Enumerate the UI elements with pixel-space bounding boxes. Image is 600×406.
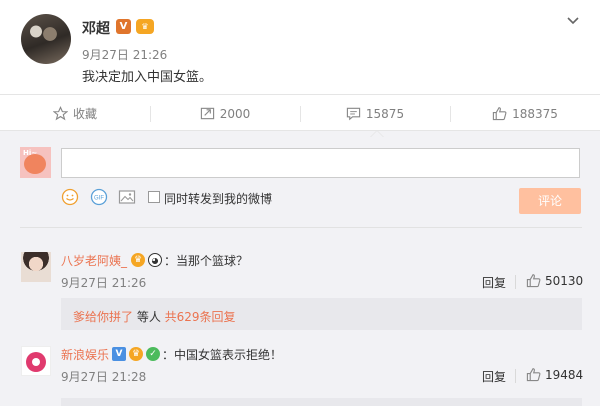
subreplies-count-link[interactable]: 共629条回复 xyxy=(165,310,236,324)
commenter-name[interactable]: 八岁老阿姨_ xyxy=(61,252,127,269)
commenter-avatar[interactable] xyxy=(21,346,51,376)
like-button[interactable]: 188375 xyxy=(450,95,600,132)
my-avatar[interactable]: Hi~ xyxy=(20,147,51,178)
check-badge-icon: ✓ xyxy=(146,347,160,361)
thumbs-up-icon xyxy=(492,107,507,121)
avatar-text: Hi~ xyxy=(23,149,38,157)
divider xyxy=(20,227,582,228)
author-avatar[interactable] xyxy=(21,14,71,64)
reply-button[interactable]: 回复 xyxy=(482,368,506,385)
subreply-author-link[interactable]: 爹给你拼了 xyxy=(73,310,133,324)
gif-icon[interactable]: GIF xyxy=(90,188,108,206)
divider xyxy=(515,275,516,289)
comment-time: 9月27日 21:26 xyxy=(61,276,147,290)
subreplies-box: 爹给你拼了 等人 共629条回复 xyxy=(61,298,582,330)
favorite-label: 收藏 xyxy=(72,107,97,121)
post-text: 我决定加入中国女篮。 xyxy=(82,70,213,85)
subreplies-and-others: 等人 xyxy=(133,310,165,324)
comment-text: ：当那个篮球？ xyxy=(164,254,249,268)
also-repost-checkbox[interactable] xyxy=(148,191,160,203)
author-name[interactable]: 邓超 xyxy=(82,18,110,38)
verified-badge: V xyxy=(116,19,131,34)
also-repost-label[interactable]: 同时转发到我的微博 xyxy=(164,190,272,207)
commenter-avatar[interactable] xyxy=(21,252,51,282)
emoji-icon[interactable] xyxy=(61,188,79,206)
submit-comment-button[interactable]: 评论 xyxy=(519,188,581,214)
thumbs-up-icon xyxy=(526,274,541,288)
comment-like-button[interactable]: 19484 xyxy=(526,367,583,382)
favorite-button[interactable]: 收藏 xyxy=(0,95,150,132)
weibo-post: 邓超 V ♛ 9月27日 21:26 我决定加入中国女篮。 xyxy=(0,0,600,96)
vip-crown-icon: ♛ xyxy=(129,347,143,361)
subreplies-summary: 爹给你拼了 等人 共629条回复 xyxy=(73,308,236,325)
comment-input[interactable] xyxy=(61,148,580,178)
commenter-name[interactable]: 新浪娱乐 xyxy=(61,346,109,363)
action-bar: 收藏 2000 15875 188375 xyxy=(0,94,600,131)
thumbs-up-icon xyxy=(526,368,541,382)
comment-button[interactable]: 15875 xyxy=(300,95,450,132)
verified-blue-badge: V xyxy=(112,347,126,361)
chevron-down-icon[interactable] xyxy=(566,14,580,28)
comment-icon xyxy=(346,107,361,121)
vip-crown-icon: ♛ xyxy=(136,19,154,34)
comment-pointer-inner xyxy=(371,131,383,137)
comment-like-count: 19484 xyxy=(545,367,584,382)
subreplies-box-partial xyxy=(61,398,582,406)
repost-count: 2000 xyxy=(219,106,251,121)
panda-icon: ◕ xyxy=(148,253,162,267)
like-count: 188375 xyxy=(512,106,558,121)
avatar-face xyxy=(24,154,46,174)
repost-icon xyxy=(200,107,214,120)
comment-like-button[interactable]: 50130 xyxy=(526,273,583,288)
reply-button[interactable]: 回复 xyxy=(482,274,506,291)
star-icon xyxy=(52,106,68,121)
post-time[interactable]: 9月27日 21:26 xyxy=(82,46,167,63)
comment-like-count: 50130 xyxy=(545,273,584,288)
sina-eye-pupil xyxy=(32,358,40,366)
divider xyxy=(515,369,516,383)
comment-text: ：中国女篮表示拒绝！ xyxy=(162,348,283,362)
comment-time: 9月27日 21:28 xyxy=(61,370,147,384)
vip-crown-icon: ♛ xyxy=(131,253,145,267)
repost-button[interactable]: 2000 xyxy=(150,95,300,132)
comment-count: 15875 xyxy=(365,106,405,121)
svg-text:GIF: GIF xyxy=(94,196,104,202)
image-icon[interactable] xyxy=(118,188,136,206)
